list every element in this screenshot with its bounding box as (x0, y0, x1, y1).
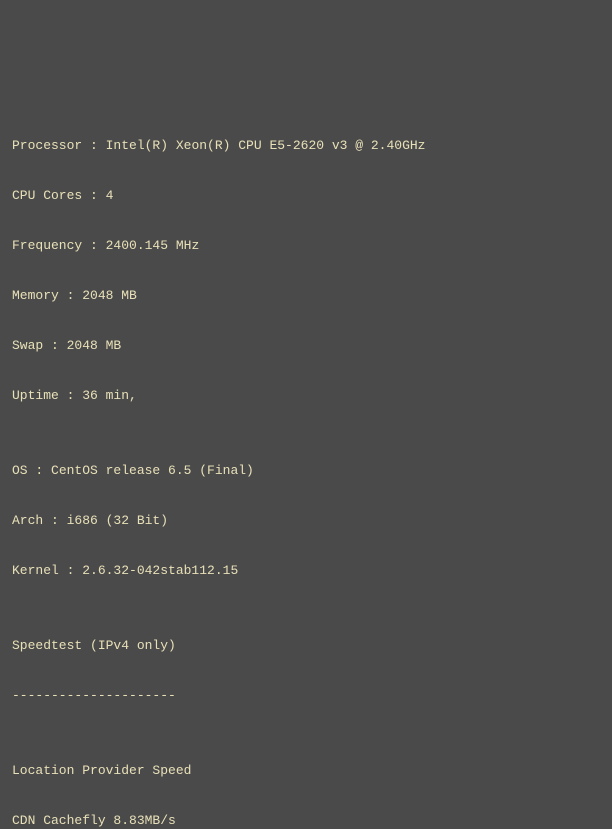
cores-line: CPU Cores : 4 (12, 183, 600, 208)
uptime-label: Uptime : (12, 388, 82, 403)
arch-value: i686 (32 Bit) (67, 513, 168, 528)
os-value: CentOS release 6.5 (Final) (51, 463, 254, 478)
speedtest-title: Speedtest (IPv4 only) (12, 633, 600, 658)
freq-value: 2400.145 MHz (106, 238, 200, 253)
kernel-value: 2.6.32-042stab112.15 (82, 563, 238, 578)
arch-label: Arch : (12, 513, 67, 528)
processor-line: Processor : Intel(R) Xeon(R) CPU E5-2620… (12, 133, 600, 158)
swap-label: Swap : (12, 338, 67, 353)
memory-line: Memory : 2048 MB (12, 283, 600, 308)
swap-line: Swap : 2048 MB (12, 333, 600, 358)
processor-label: Processor : (12, 138, 106, 153)
cores-label: CPU Cores : (12, 188, 106, 203)
kernel-label: Kernel : (12, 563, 82, 578)
speedtest-cdn: CDN Cachefly 8.83MB/s (12, 808, 600, 829)
os-label: OS : (12, 463, 51, 478)
arch-line: Arch : i686 (32 Bit) (12, 508, 600, 533)
speedtest-header: Location Provider Speed (12, 758, 600, 783)
swap-value: 2048 MB (67, 338, 122, 353)
kernel-line: Kernel : 2.6.32-042stab112.15 (12, 558, 600, 583)
uptime-value: 36 min, (82, 388, 137, 403)
memory-value: 2048 MB (82, 288, 137, 303)
os-line: OS : CentOS release 6.5 (Final) (12, 458, 600, 483)
freq-label: Frequency : (12, 238, 106, 253)
cores-value: 4 (106, 188, 114, 203)
uptime-line: Uptime : 36 min, (12, 383, 600, 408)
processor-value: Intel(R) Xeon(R) CPU E5-2620 v3 @ 2.40GH… (106, 138, 426, 153)
freq-line: Frequency : 2400.145 MHz (12, 233, 600, 258)
memory-label: Memory : (12, 288, 82, 303)
terminal-output: Processor : Intel(R) Xeon(R) CPU E5-2620… (12, 108, 600, 829)
speedtest-divider: --------------------- (12, 683, 600, 708)
